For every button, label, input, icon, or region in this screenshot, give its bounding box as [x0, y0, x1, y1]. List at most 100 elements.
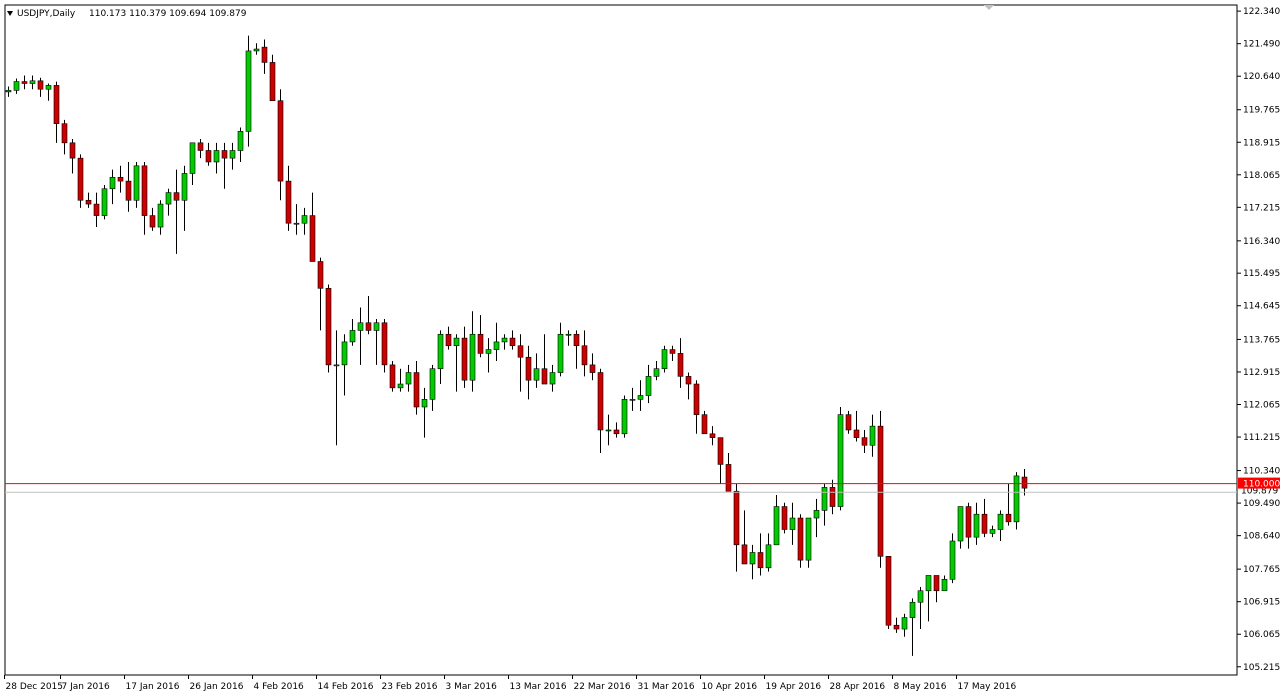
candle-body-down [61, 123, 68, 144]
candle-body-up [101, 188, 108, 216]
candle [885, 556, 892, 630]
candle-body-down [877, 425, 884, 557]
candle-body-down [413, 372, 420, 408]
candle-body-down [781, 506, 788, 530]
y-tick-label: 115.495 [1243, 269, 1280, 279]
candle-body-up [765, 544, 772, 569]
y-tick-label: 106.915 [1243, 598, 1280, 608]
candle-body-up [749, 552, 756, 565]
candle [837, 407, 844, 511]
candle-body-down [461, 337, 468, 381]
candle-body-down [597, 372, 604, 431]
candle-body-down [477, 333, 484, 354]
x-tick-label: 10 Apr 2016 [702, 682, 758, 692]
candle-body-up [5, 90, 12, 93]
candle-body-down [981, 513, 988, 534]
candle [805, 517, 812, 568]
y-tick-label: 112.065 [1243, 401, 1280, 411]
candle-body-up [253, 48, 260, 52]
y-tick-label: 113.765 [1243, 335, 1280, 345]
candle-body-up [533, 368, 540, 381]
candle-body-up [813, 510, 820, 519]
x-tick-label: 26 Jan 2016 [190, 682, 244, 692]
candle [389, 361, 396, 392]
candle-body-up [189, 142, 196, 174]
candle-body-up [157, 203, 164, 228]
candle-body-down [741, 544, 748, 565]
candle-body-up [493, 341, 500, 350]
candle-body-up [429, 368, 436, 400]
candle-body-down [93, 203, 100, 216]
candle-body-up [421, 399, 428, 408]
candle-body-down [717, 437, 724, 465]
candle-body-up [957, 506, 964, 542]
candle-body-up [549, 372, 556, 385]
candle-body-down [725, 464, 732, 492]
x-tick-label: 3 Mar 2016 [446, 682, 498, 692]
y-tick-label: 110.340 [1243, 467, 1280, 477]
candle-body-down [221, 150, 228, 159]
candle-body-down [589, 364, 596, 373]
candle-body-down [277, 100, 284, 182]
candle-body-up [181, 173, 188, 201]
candle [949, 533, 956, 584]
candlestick-chart: 109.879110.000 122.340121.490120.640119.… [4, 4, 1280, 692]
candle-body-down [77, 157, 84, 201]
candle-body-up [837, 414, 844, 507]
candle-body-up [437, 333, 444, 370]
candle-body-down [581, 345, 588, 366]
candle [101, 184, 108, 220]
candle-body-up [869, 425, 876, 446]
x-tick-label: 17 May 2016 [958, 682, 1017, 692]
candle-body-down [933, 575, 940, 592]
x-tick-label: 13 Mar 2016 [510, 682, 567, 692]
candle [381, 318, 388, 373]
candle-body-up [165, 192, 172, 205]
candle-body-up [133, 165, 140, 201]
candle-body-down [205, 150, 212, 163]
candle-body-up [373, 322, 380, 331]
candle-body-down [685, 376, 692, 385]
candle-body-down [85, 199, 92, 205]
candle-body-down [517, 345, 524, 358]
x-tick-label: 28 Apr 2016 [830, 682, 886, 692]
candle-body-down [21, 81, 28, 84]
x-tick-label: 4 Feb 2016 [254, 682, 305, 692]
y-tick-label: 114.645 [1243, 302, 1280, 312]
y-tick-label: 105.215 [1243, 663, 1280, 673]
candle-body-down [365, 322, 372, 331]
plot-area [4, 4, 1238, 676]
candle [245, 35, 252, 147]
candle-body-down [325, 288, 332, 366]
candle-body-up [109, 176, 116, 190]
candle-body-up [29, 80, 36, 84]
candle-body-down [261, 46, 268, 63]
candle-body-down [1005, 513, 1012, 523]
candle-body-up [997, 513, 1004, 530]
candle-body-down [845, 414, 852, 431]
candle-body-up [661, 349, 668, 370]
candle-body-down [317, 261, 324, 289]
y-tick-label: 119.765 [1243, 106, 1280, 116]
y-tick-label: 118.065 [1243, 171, 1280, 181]
candle-body-down [197, 142, 204, 151]
candle-body-down [525, 356, 532, 381]
candle-body-up [821, 487, 828, 511]
y-tick-label: 120.640 [1243, 72, 1280, 82]
symbol-label: USDJPY,Daily [17, 9, 76, 19]
x-tick-label: 23 Feb 2016 [382, 682, 438, 692]
current-price-tag: 110.000 [1243, 480, 1280, 490]
candle-body-down [797, 517, 804, 561]
x-tick-label: 14 Feb 2016 [318, 682, 374, 692]
candle-body-up [341, 341, 348, 366]
candle-body-down [701, 414, 708, 435]
candle-body-up [237, 131, 244, 151]
x-tick-label: 22 Mar 2016 [574, 682, 631, 692]
candle-body-up [925, 575, 932, 592]
y-tick-label: 109.490 [1243, 499, 1280, 509]
candle-body-up [565, 333, 572, 336]
candle-body-up [789, 517, 796, 530]
candle-body-up [989, 529, 996, 534]
candle-body-down [885, 556, 892, 626]
y-tick-label: 108.640 [1243, 532, 1280, 542]
